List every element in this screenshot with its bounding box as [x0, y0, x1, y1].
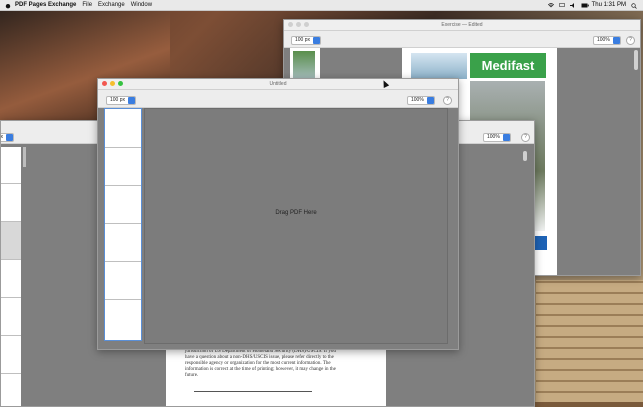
battery-icon[interactable] — [581, 3, 589, 8]
wifi-icon[interactable] — [547, 2, 554, 8]
ad-photo-1 — [411, 53, 467, 79]
zoom-popup[interactable]: 100% — [593, 36, 621, 45]
empty-thumbnail-4[interactable] — [105, 224, 141, 262]
front-window-title: Untitled — [269, 81, 287, 87]
minimize-button[interactable] — [296, 22, 301, 27]
empty-thumbnail-5[interactable] — [105, 262, 141, 300]
pdf-drop-zone[interactable]: Drag PDF Here — [144, 108, 448, 344]
menu-window[interactable]: Window — [131, 2, 152, 8]
menu-app-name[interactable]: PDF Pages Exchange — [15, 2, 76, 8]
close-button[interactable] — [288, 22, 293, 27]
empty-thumbnail-6[interactable] — [105, 300, 141, 338]
back-window-controls — [288, 22, 309, 27]
thumbnail-size-popup[interactable]: 100 px — [291, 36, 322, 45]
drop-label: Drag PDF Here — [275, 210, 317, 216]
middle-thumbnail-5[interactable] — [1, 298, 21, 336]
airplay-icon[interactable] — [558, 2, 565, 8]
empty-thumbnail-2[interactable] — [105, 148, 141, 186]
front-window-titlebar[interactable]: Untitled — [98, 79, 458, 90]
apple-icon[interactable] — [5, 3, 11, 8]
menu-exchange[interactable]: Exchange — [98, 2, 125, 8]
front-help-button[interactable]: ? — [443, 96, 452, 105]
back-window-scrollbar[interactable] — [634, 50, 638, 70]
front-window[interactable]: Untitled 100 px 100% ? Drag PDF Here — [97, 78, 459, 350]
middle-help-button[interactable]: ? — [521, 133, 530, 142]
empty-thumbnail-3[interactable] — [105, 186, 141, 224]
menu-file[interactable]: File — [82, 2, 92, 8]
zoom-button[interactable] — [118, 81, 123, 86]
middle-thumbnail-size-popup[interactable]: 100 px — [1, 133, 15, 142]
back-window-title: Exercise — Edited — [441, 22, 483, 28]
document-paragraph: jurisdiction of US Department of Homelan… — [185, 349, 375, 379]
front-thumbnail-size-popup[interactable]: 100 px — [106, 96, 137, 105]
front-window-controls — [102, 81, 123, 86]
middle-thumbnail-1[interactable] — [1, 147, 21, 184]
front-window-toolbar: 100 px 100% ? — [98, 90, 458, 108]
document-page: jurisdiction of US Department of Homelan… — [166, 346, 386, 406]
middle-thumbnail-column — [1, 147, 21, 406]
back-window-titlebar[interactable]: Exercise — Edited — [284, 20, 640, 31]
middle-page-scrollbar[interactable] — [523, 151, 527, 161]
document-line-5: future. — [185, 373, 199, 378]
middle-thumbnail-scrollbar[interactable] — [23, 147, 26, 167]
menu-extras: Thu 1:31 PM — [547, 2, 637, 9]
middle-thumbnail-4[interactable] — [1, 260, 21, 298]
zoom-button[interactable] — [304, 22, 309, 27]
empty-thumbnail-1[interactable] — [105, 109, 141, 148]
help-button[interactable]: ? — [626, 36, 635, 45]
desktop-stone-wall — [536, 280, 643, 402]
medifast-logo: Medifast — [470, 53, 546, 78]
middle-thumbnail-3[interactable] — [1, 222, 21, 260]
menu-bar: PDF Pages Exchange File Exchange Window … — [0, 0, 643, 11]
middle-thumbnail-2[interactable] — [1, 184, 21, 222]
back-window-toolbar: 100 px 100% ? — [284, 31, 640, 48]
document-footer-rule — [194, 391, 312, 392]
front-zoom-popup[interactable]: 100% — [407, 96, 435, 105]
clock[interactable]: Thu 1:31 PM — [592, 2, 626, 8]
front-thumbnail-column — [104, 108, 142, 341]
middle-zoom-popup[interactable]: 100% — [483, 133, 511, 142]
close-button[interactable] — [102, 81, 107, 86]
volume-icon[interactable] — [569, 2, 576, 8]
search-icon[interactable] — [631, 2, 637, 9]
middle-thumbnail-6[interactable] — [1, 336, 21, 374]
minimize-button[interactable] — [110, 81, 115, 86]
